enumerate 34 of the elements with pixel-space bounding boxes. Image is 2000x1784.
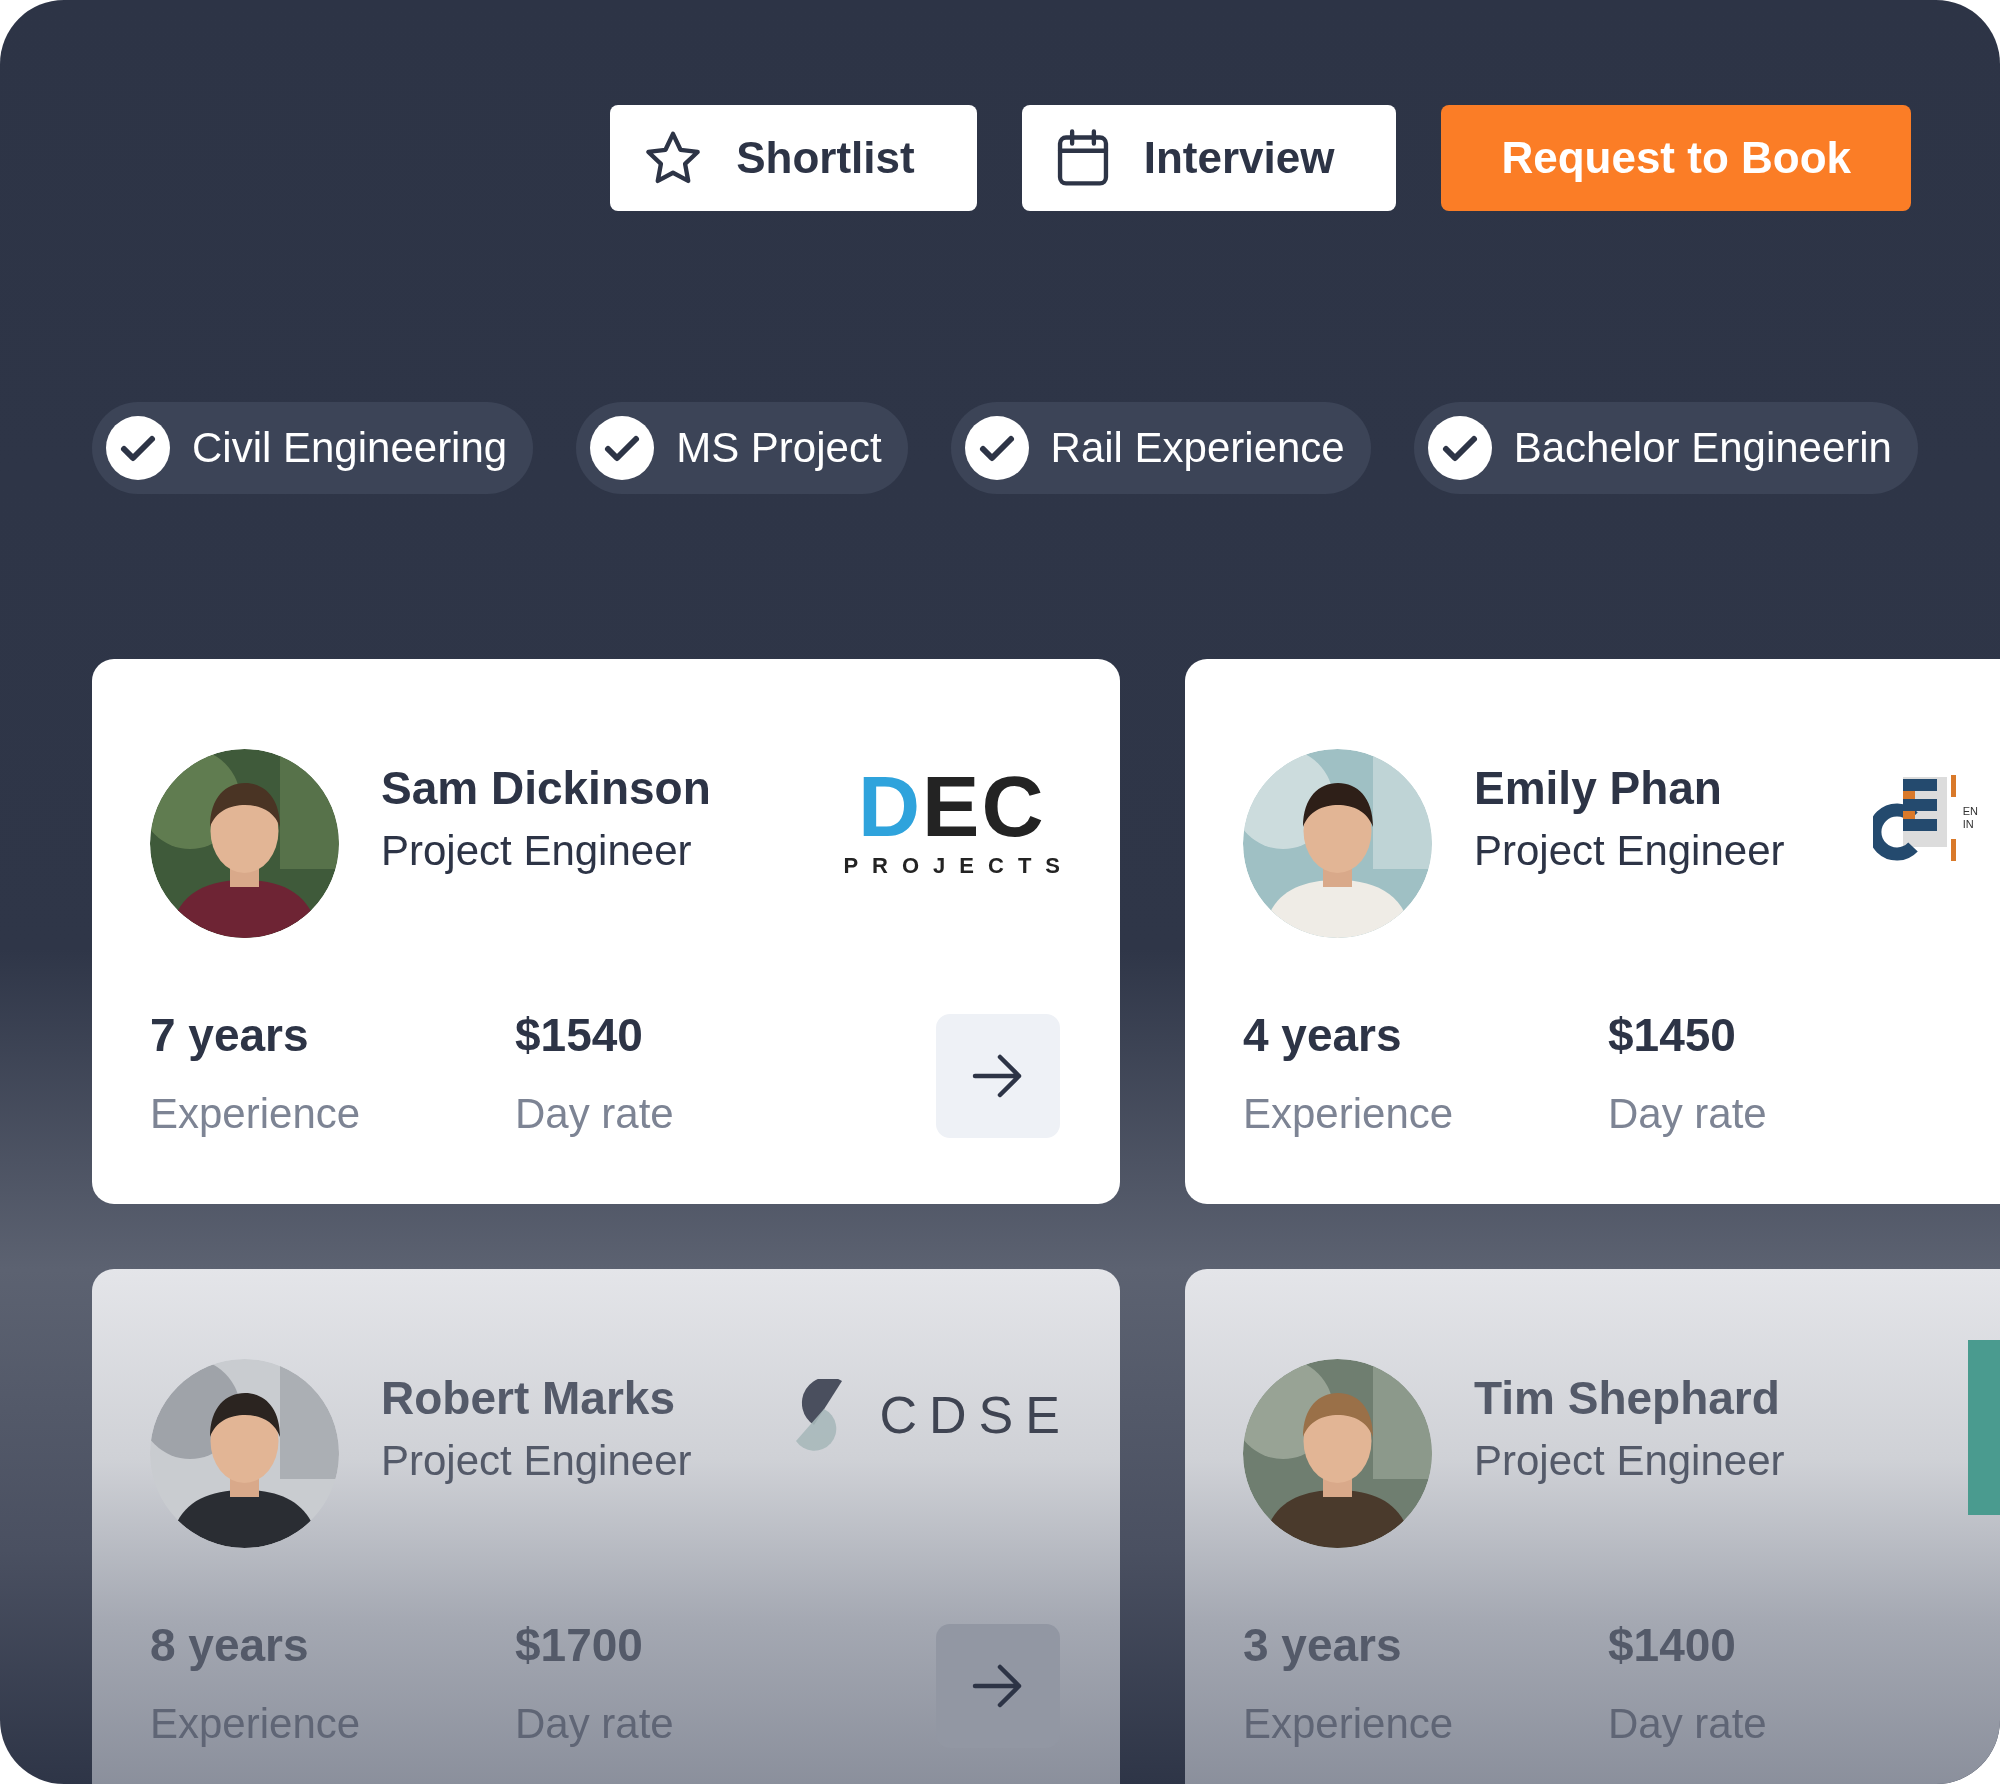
logo-wordmark: DEC [857,763,1046,849]
candidate-name: Robert Marks [381,1371,676,1425]
job-title: Project Engineer [1474,1437,1786,1485]
experience-value: 4 years [1243,1008,1403,1062]
interview-button[interactable]: Interview [1021,105,1397,211]
experience-value: 7 years [150,1008,310,1062]
skill-tag: MS Project [576,402,908,494]
experience-label: Experience [150,1090,362,1138]
experience-value: 3 years [1243,1618,1403,1672]
job-title: Project Engineer [381,1437,693,1485]
skill-tag: Civil Engineering [92,402,534,494]
job-title: Project Engineer [1474,827,1786,875]
experience-label: Experience [1243,1700,1455,1748]
day-rate-label: Day rate [1608,1700,1768,1748]
day-rate-label: Day rate [515,1090,675,1138]
logo-text: IN [1962,818,1975,832]
day-rate-value: $1400 [1608,1618,1737,1672]
job-title: Project Engineer [381,827,693,875]
skill-tag: Rail Experience [950,402,1371,494]
day-rate-value: $1450 [1608,1008,1737,1062]
experience-label: Experience [1243,1090,1455,1138]
candidate-name: Tim Shephard [1474,1371,1781,1425]
skill-tag: Bachelor Engineerin [1413,402,1918,494]
day-rate-label: Day rate [1608,1090,1768,1138]
experience-value: 8 years [150,1618,310,1672]
day-rate-value: $1700 [515,1618,644,1672]
shortlist-button[interactable]: Shortlist [610,105,977,211]
candidate-name: Emily Phan [1474,761,1723,815]
candidate-name: Sam Dickinson [381,761,712,815]
logo-wordmark: CDSE [879,1389,1072,1441]
day-rate-value: $1540 [515,1008,644,1062]
logo-text: EN [1962,804,1978,818]
logo-subtitle: PROJECTS [843,855,1074,877]
experience-label: Experience [150,1700,362,1748]
